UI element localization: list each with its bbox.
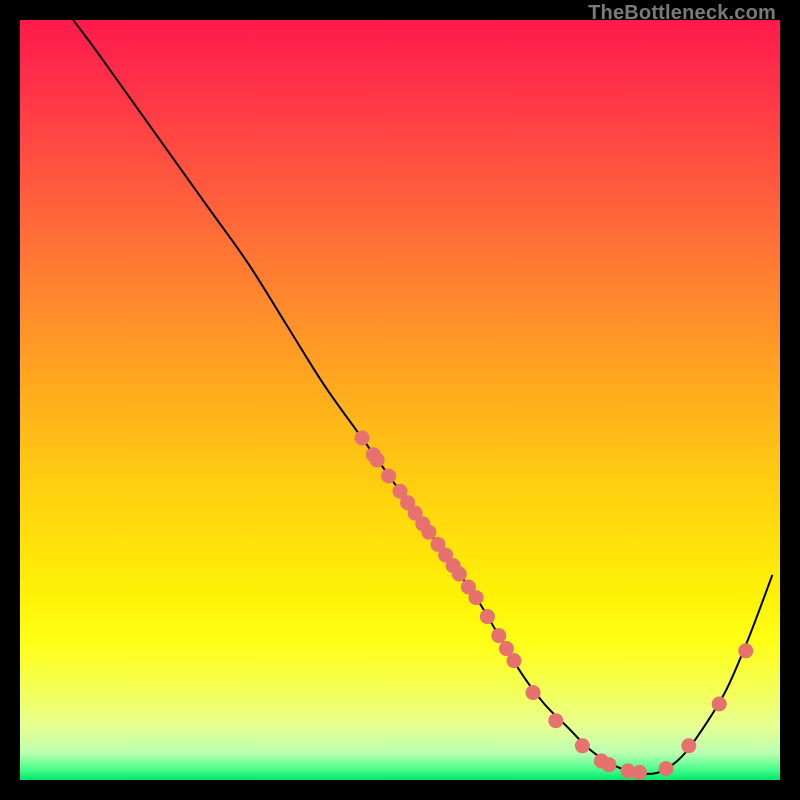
chart-frame	[20, 20, 780, 780]
data-point	[491, 628, 506, 643]
data-point	[526, 685, 541, 700]
data-point	[480, 609, 495, 624]
data-point	[370, 453, 385, 468]
data-point	[681, 738, 696, 753]
data-point	[712, 697, 727, 712]
data-point	[355, 431, 370, 446]
data-point	[469, 590, 484, 605]
data-point	[452, 567, 467, 582]
data-point	[738, 643, 753, 658]
data-point	[548, 713, 563, 728]
data-point	[421, 525, 436, 540]
watermark: TheBottleneck.com	[588, 2, 776, 25]
data-point	[632, 765, 647, 780]
data-point	[381, 469, 396, 484]
data-point	[659, 761, 674, 776]
data-point	[507, 653, 522, 668]
bottleneck-chart	[20, 20, 780, 780]
chart-background	[20, 20, 780, 780]
data-point	[575, 738, 590, 753]
data-point	[602, 757, 617, 772]
